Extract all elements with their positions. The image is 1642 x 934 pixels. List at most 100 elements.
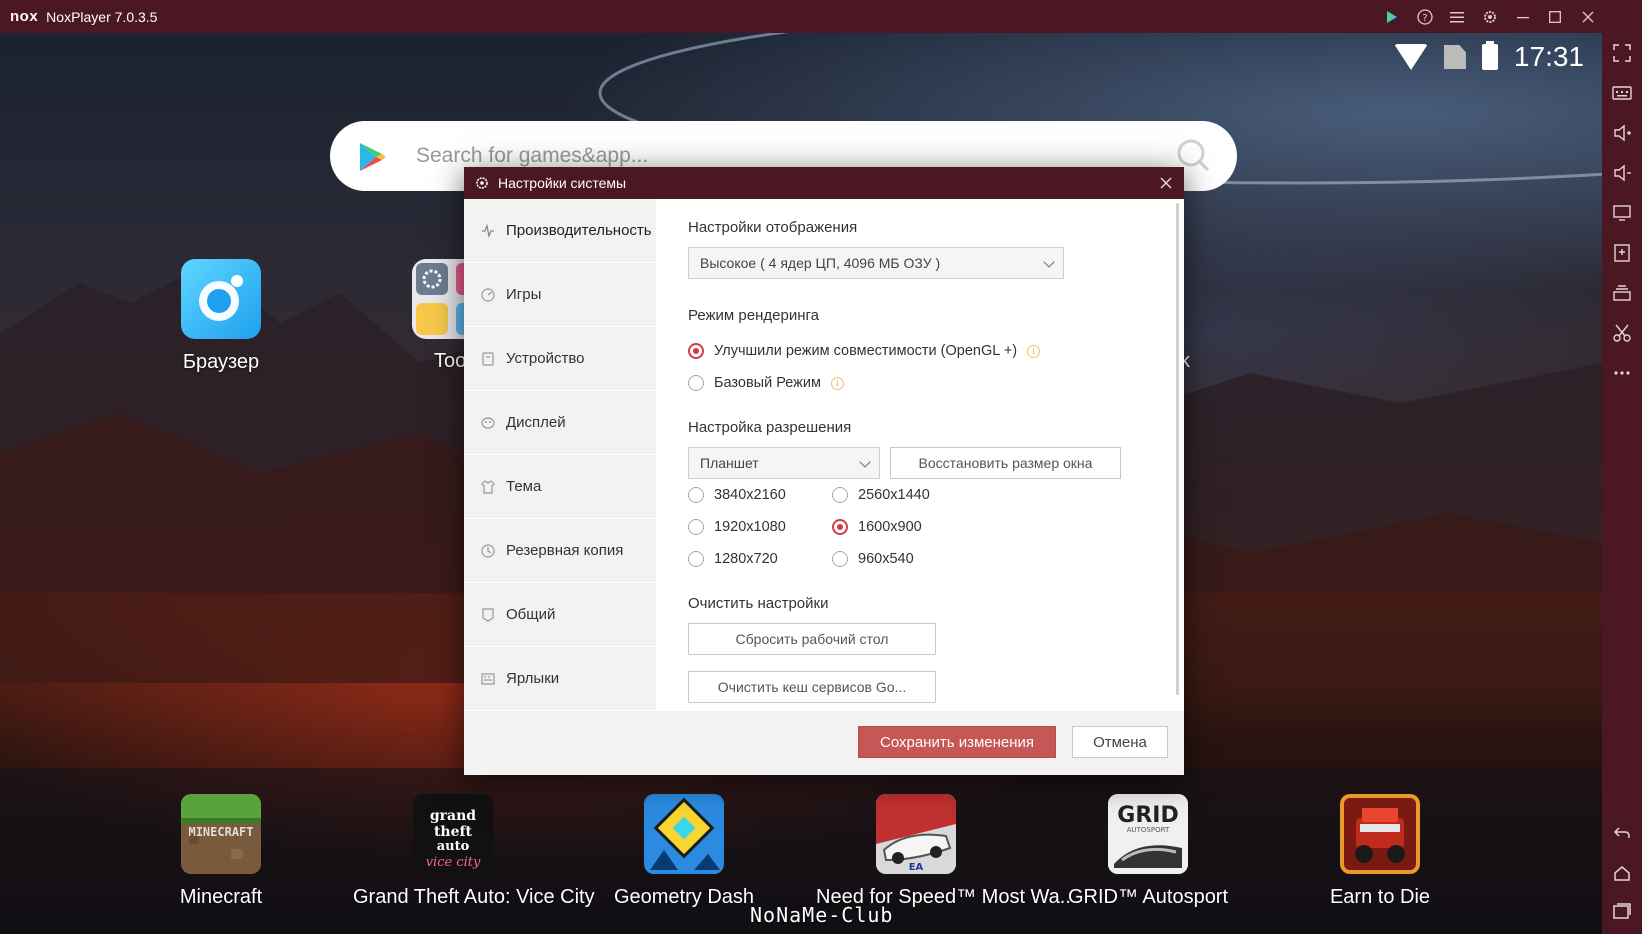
- general-icon: [480, 607, 496, 623]
- svg-text:?: ?: [1422, 13, 1427, 24]
- games-icon: [480, 287, 496, 303]
- search-placeholder: Search for games&app...: [416, 144, 649, 167]
- radio-label: 1600x900: [858, 519, 922, 535]
- radio-button[interactable]: [688, 551, 704, 567]
- display-icon: [480, 415, 496, 431]
- radio-button[interactable]: [688, 343, 704, 359]
- radio-button[interactable]: [688, 375, 704, 391]
- grid-autosport-icon: GRID AUTOSPORT: [1108, 794, 1188, 874]
- render-option-opengl[interactable]: Улучшили режим совместимости (OpenGL +) …: [688, 343, 1041, 359]
- add-apk-icon[interactable]: [1610, 241, 1634, 265]
- radio-button[interactable]: [688, 487, 704, 503]
- dialog-title: Настройки системы: [498, 175, 627, 191]
- radio-button[interactable]: [832, 551, 848, 567]
- dock-app[interactable]: MINECRAFT Minecraft: [121, 794, 321, 909]
- dock-app[interactable]: Earn to Die: [1280, 794, 1480, 909]
- maximize-icon[interactable]: [1539, 0, 1571, 33]
- theme-icon: [480, 479, 496, 495]
- screen-icon[interactable]: [1610, 201, 1634, 225]
- app-label: Earn to Die: [1329, 886, 1431, 908]
- resolution-option-2560[interactable]: 2560x1440: [832, 487, 930, 503]
- dialog-footer: Сохранить изменения Отмена: [464, 711, 1184, 775]
- more-icon[interactable]: [1610, 361, 1634, 385]
- app-label: GRID™ Autosport: [1067, 886, 1229, 908]
- google-play-icon: [360, 143, 386, 171]
- geometry-dash-icon: [644, 794, 724, 874]
- help-icon[interactable]: ?: [1409, 0, 1441, 33]
- scissors-icon[interactable]: [1610, 321, 1634, 345]
- stack-icon[interactable]: [1610, 281, 1634, 305]
- clear-cache-button[interactable]: Очистить кеш сервисов Go...: [688, 671, 936, 703]
- radio-label: Улучшили режим совместимости (OpenGL +): [714, 343, 1018, 359]
- volume-up-icon[interactable]: [1610, 121, 1634, 145]
- nav-item-shortcuts[interactable]: Ярлыки: [464, 647, 656, 711]
- play-store-icon[interactable]: [1376, 0, 1408, 33]
- title-bar: nox NoxPlayer 7.0.3.5 ?: [0, 0, 1642, 33]
- nav-item-backup[interactable]: Резервная копия: [464, 519, 656, 583]
- wifi-icon: [1393, 44, 1428, 70]
- app-label: Minecraft: [179, 886, 263, 908]
- dock-app[interactable]: EA Need for Speed™ Most Wa..: [816, 794, 1071, 909]
- svg-text:GRID: GRID: [1117, 803, 1178, 828]
- nav-label: Дисплей: [506, 414, 566, 431]
- nav-item-performance[interactable]: Производительность: [464, 199, 656, 263]
- recents-icon[interactable]: [1610, 899, 1634, 923]
- svg-text:EA: EA: [909, 862, 924, 873]
- settings-icon[interactable]: [1474, 0, 1506, 33]
- performance-select[interactable]: Высокое ( 4 ядер ЦП, 4096 МБ ОЗУ ): [688, 247, 1064, 279]
- nav-item-games[interactable]: Игры: [464, 263, 656, 327]
- radio-button[interactable]: [688, 519, 704, 535]
- nfs-most-wanted-icon: EA: [876, 794, 956, 874]
- resolution-heading: Настройка разрешения: [688, 419, 852, 436]
- no-sim-icon: [1443, 45, 1466, 69]
- radio-label: 3840x2160: [714, 487, 786, 503]
- svg-text:AUTOSPORT: AUTOSPORT: [1127, 826, 1170, 834]
- dock-app[interactable]: Geometry Dash: [584, 794, 784, 909]
- nav-item-general[interactable]: Общий: [464, 583, 656, 647]
- settings-dialog: Настройки системы Производительность Игр…: [464, 167, 1184, 775]
- volume-down-icon[interactable]: [1610, 161, 1634, 185]
- resolution-option-1280[interactable]: 1280x720: [688, 551, 778, 567]
- scrollbar[interactable]: [1176, 203, 1179, 695]
- svg-text:grand: grand: [430, 808, 476, 824]
- nav-label: Общий: [506, 606, 556, 623]
- fullscreen-icon[interactable]: [1610, 41, 1634, 65]
- dock-app[interactable]: grand theft auto vice city Grand Theft Auto…: [353, 794, 595, 909]
- app-label: Браузер: [182, 351, 260, 373]
- close-icon[interactable]: [1156, 173, 1176, 193]
- radio-button[interactable]: [832, 519, 848, 535]
- reset-desktop-button[interactable]: Сбросить рабочий стол: [688, 623, 936, 655]
- info-icon[interactable]: i: [1027, 344, 1041, 358]
- cancel-button[interactable]: Отмена: [1072, 726, 1168, 758]
- minimize-icon[interactable]: [1507, 0, 1539, 33]
- home-icon[interactable]: [1610, 861, 1634, 885]
- restore-window-button[interactable]: Восстановить размер окна: [890, 447, 1121, 479]
- close-icon[interactable]: [1572, 0, 1604, 33]
- dock-app[interactable]: GRID AUTOSPORT GRID™ Autosport: [1048, 794, 1248, 909]
- nav-item-theme[interactable]: Тема: [464, 455, 656, 519]
- clear-settings-heading: Очистить настройки: [688, 595, 829, 612]
- resolution-option-3840[interactable]: 3840x2160: [688, 487, 786, 503]
- save-button[interactable]: Сохранить изменения: [858, 726, 1056, 758]
- nav-label: Производительность: [506, 222, 652, 239]
- nav-item-display[interactable]: Дисплей: [464, 391, 656, 455]
- radio-label: 2560x1440: [858, 487, 930, 503]
- info-icon[interactable]: i: [830, 376, 844, 390]
- radio-button[interactable]: [832, 487, 848, 503]
- nox-logo: nox: [10, 8, 39, 25]
- resolution-option-1920[interactable]: 1920x1080: [688, 519, 786, 535]
- app-label: Grand Theft Auto: Vice City: [353, 886, 595, 908]
- resolution-mode-select[interactable]: Планшет: [688, 447, 880, 479]
- nav-label: Ярлыки: [506, 670, 560, 687]
- radio-label: 960x540: [858, 551, 914, 567]
- menu-icon[interactable]: [1441, 0, 1473, 33]
- keyboard-icon[interactable]: [1610, 81, 1634, 105]
- battery-icon: [1481, 41, 1498, 70]
- resolution-option-1600[interactable]: 1600x900: [832, 519, 922, 535]
- nav-item-device[interactable]: Устройство: [464, 327, 656, 391]
- resolution-option-960[interactable]: 960x540: [832, 551, 914, 567]
- desktop-app[interactable]: Браузер: [121, 259, 321, 374]
- desktop-app-tools[interactable]: [412, 259, 472, 339]
- render-option-basic[interactable]: Базовый Режим i: [688, 375, 844, 391]
- back-icon[interactable]: [1610, 821, 1634, 845]
